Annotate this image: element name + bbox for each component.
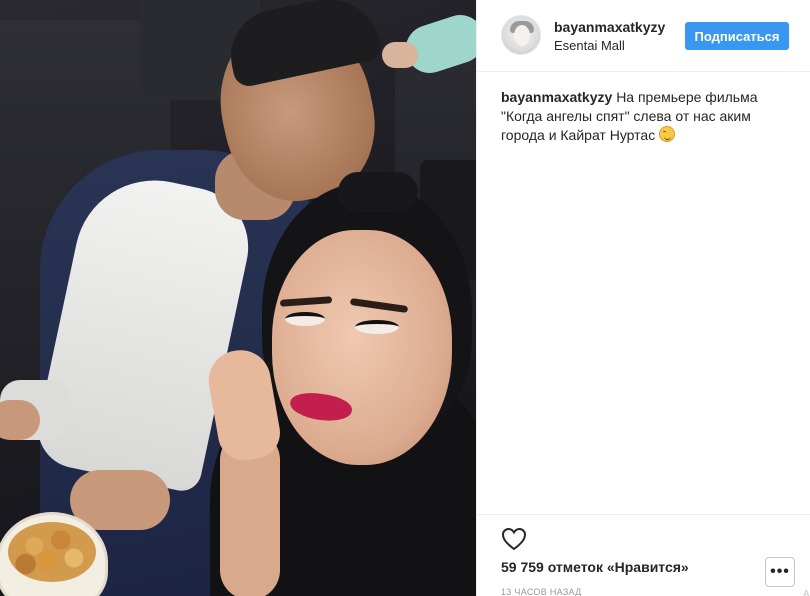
more-options-button[interactable]: ••• bbox=[765, 557, 795, 587]
avatar-face bbox=[514, 25, 530, 46]
smiling-face-emoji-icon bbox=[659, 126, 676, 142]
location-link[interactable]: Esentai Mall bbox=[554, 38, 625, 53]
heart-icon[interactable] bbox=[501, 527, 527, 551]
avatar[interactable] bbox=[501, 15, 541, 55]
caption-username-link[interactable]: bayanmaxatkyzy bbox=[501, 89, 612, 105]
eye bbox=[285, 312, 325, 326]
child-hand bbox=[382, 42, 418, 68]
post-timestamp[interactable]: 13 часов назад bbox=[501, 587, 582, 596]
post-header: bayanmaxatkyzy Esentai Mall Подписаться bbox=[477, 0, 810, 72]
man-hand bbox=[0, 400, 40, 440]
username-link[interactable]: bayanmaxatkyzy bbox=[554, 19, 665, 35]
post-caption: bayanmaxatkyzy На премьере фильма "Когда… bbox=[501, 88, 791, 145]
truncated-text: А bbox=[803, 589, 810, 596]
eye bbox=[355, 320, 399, 334]
post-photo[interactable] bbox=[0, 0, 476, 596]
woman-bun bbox=[338, 172, 418, 212]
instagram-post: bayanmaxatkyzy Esentai Mall Подписаться … bbox=[0, 0, 810, 596]
woman-face bbox=[272, 230, 452, 465]
post-sidebar: bayanmaxatkyzy Esentai Mall Подписаться … bbox=[476, 0, 810, 596]
likes-count[interactable]: 59 759 отметок «Нравится» bbox=[501, 559, 689, 575]
post-actions: 59 759 отметок «Нравится» 13 часов назад… bbox=[477, 514, 810, 596]
follow-button[interactable]: Подписаться bbox=[685, 22, 789, 50]
popcorn bbox=[8, 522, 96, 582]
